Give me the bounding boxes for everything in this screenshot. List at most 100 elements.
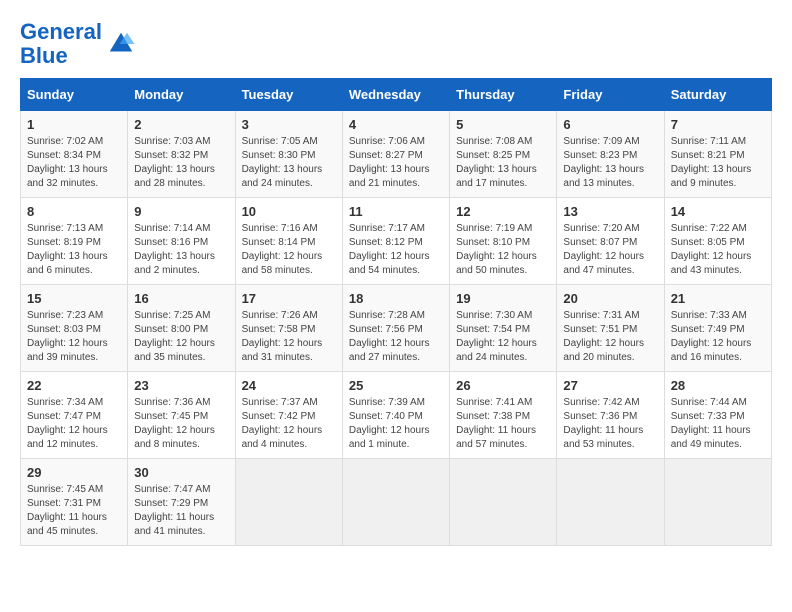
calendar-cell: 27 Sunrise: 7:42 AM Sunset: 7:36 PM Dayli… [557, 372, 664, 459]
day-number: 12 [456, 204, 550, 219]
day-number: 3 [242, 117, 336, 132]
calendar-row: 29 Sunrise: 7:45 AM Sunset: 7:31 PM Dayli… [21, 459, 772, 546]
calendar-cell: 20 Sunrise: 7:31 AM Sunset: 7:51 PM Dayli… [557, 285, 664, 372]
day-info: Sunrise: 7:41 AM Sunset: 7:38 PM Dayligh… [456, 396, 550, 452]
calendar-cell: 16Sunrise: 7:25 AM Sunset: 8:00 PM Dayli… [128, 285, 235, 372]
logo: GeneralBlue [20, 20, 136, 68]
logo-text: GeneralBlue [20, 20, 102, 68]
day-number: 23 [134, 378, 228, 393]
day-info: Sunrise: 7:34 AM Sunset: 7:47 PM Dayligh… [27, 396, 121, 452]
weekday-header: Tuesday [235, 79, 342, 111]
day-number: 13 [563, 204, 657, 219]
day-info: Sunrise: 7:31 AM Sunset: 7:51 PM Dayligh… [563, 309, 657, 365]
day-info: Sunrise: 7:06 AM Sunset: 8:27 PM Dayligh… [349, 135, 443, 191]
day-number: 14 [671, 204, 765, 219]
day-number: 4 [349, 117, 443, 132]
weekday-header: Monday [128, 79, 235, 111]
day-number: 24 [242, 378, 336, 393]
weekday-header: Thursday [450, 79, 557, 111]
calendar-cell [342, 459, 449, 546]
day-number: 22 [27, 378, 121, 393]
calendar-cell: 28 Sunrise: 7:44 AM Sunset: 7:33 PM Dayli… [664, 372, 771, 459]
day-info: Sunrise: 7:33 AM Sunset: 7:49 PM Dayligh… [671, 309, 765, 365]
calendar-cell: 15 Sunrise: 7:23 AM Sunset: 8:03 PM Dayli… [21, 285, 128, 372]
day-number: 27 [563, 378, 657, 393]
calendar-cell: 11 Sunrise: 7:17 AM Sunset: 8:12 PM Dayli… [342, 198, 449, 285]
day-number: 11 [349, 204, 443, 219]
day-number: 28 [671, 378, 765, 393]
day-info: Sunrise: 7:26 AM Sunset: 7:58 PM Dayligh… [242, 309, 336, 365]
calendar-cell [664, 459, 771, 546]
day-info: Sunrise: 7:39 AM Sunset: 7:40 PM Dayligh… [349, 396, 443, 452]
calendar-row: 8 Sunrise: 7:13 AM Sunset: 8:19 PM Daylig… [21, 198, 772, 285]
day-number: 19 [456, 291, 550, 306]
day-number: 21 [671, 291, 765, 306]
day-info: Sunrise: 7:44 AM Sunset: 7:33 PM Dayligh… [671, 396, 765, 452]
calendar-cell [450, 459, 557, 546]
calendar-cell: 19 Sunrise: 7:30 AM Sunset: 7:54 PM Dayli… [450, 285, 557, 372]
day-number: 20 [563, 291, 657, 306]
calendar-cell: 26 Sunrise: 7:41 AM Sunset: 7:38 PM Dayli… [450, 372, 557, 459]
calendar-cell: 22 Sunrise: 7:34 AM Sunset: 7:47 PM Dayli… [21, 372, 128, 459]
calendar-row: 1Sunrise: 7:02 AM Sunset: 8:34 PM Daylig… [21, 111, 772, 198]
calendar-cell: 29 Sunrise: 7:45 AM Sunset: 7:31 PM Dayli… [21, 459, 128, 546]
day-info: Sunrise: 7:47 AM Sunset: 7:29 PM Dayligh… [134, 483, 228, 539]
calendar-cell: 12 Sunrise: 7:19 AM Sunset: 8:10 PM Dayli… [450, 198, 557, 285]
day-number: 15 [27, 291, 121, 306]
calendar-cell [235, 459, 342, 546]
day-number: 30 [134, 465, 228, 480]
day-number: 9 [134, 204, 228, 219]
day-info: Sunrise: 7:05 AM Sunset: 8:30 PM Dayligh… [242, 135, 336, 191]
day-number: 16 [134, 291, 228, 306]
day-number: 18 [349, 291, 443, 306]
day-info: Sunrise: 7:42 AM Sunset: 7:36 PM Dayligh… [563, 396, 657, 452]
day-info: Sunrise: 7:45 AM Sunset: 7:31 PM Dayligh… [27, 483, 121, 539]
day-number: 2 [134, 117, 228, 132]
day-number: 8 [27, 204, 121, 219]
calendar-cell: 2 Sunrise: 7:03 AM Sunset: 8:32 PM Daylig… [128, 111, 235, 198]
day-number: 5 [456, 117, 550, 132]
calendar-cell: 17 Sunrise: 7:26 AM Sunset: 7:58 PM Dayli… [235, 285, 342, 372]
calendar-cell: 5 Sunrise: 7:08 AM Sunset: 8:25 PM Daylig… [450, 111, 557, 198]
day-number: 25 [349, 378, 443, 393]
day-info: Sunrise: 7:09 AM Sunset: 8:23 PM Dayligh… [563, 135, 657, 191]
day-number: 1 [27, 117, 121, 132]
weekday-header-row: SundayMondayTuesdayWednesdayThursdayFrid… [21, 79, 772, 111]
day-info: Sunrise: 7:08 AM Sunset: 8:25 PM Dayligh… [456, 135, 550, 191]
calendar-cell: 14 Sunrise: 7:22 AM Sunset: 8:05 PM Dayli… [664, 198, 771, 285]
weekday-header: Sunday [21, 79, 128, 111]
calendar-cell: 24Sunrise: 7:37 AM Sunset: 7:42 PM Dayli… [235, 372, 342, 459]
day-info: Sunrise: 7:23 AM Sunset: 8:03 PM Dayligh… [27, 309, 121, 365]
day-info: Sunrise: 7:30 AM Sunset: 7:54 PM Dayligh… [456, 309, 550, 365]
day-info: Sunrise: 7:13 AM Sunset: 8:19 PM Dayligh… [27, 222, 121, 278]
day-info: Sunrise: 7:03 AM Sunset: 8:32 PM Dayligh… [134, 135, 228, 191]
day-info: Sunrise: 7:16 AM Sunset: 8:14 PM Dayligh… [242, 222, 336, 278]
day-number: 6 [563, 117, 657, 132]
calendar-table: SundayMondayTuesdayWednesdayThursdayFrid… [20, 78, 772, 546]
logo-icon [106, 29, 136, 59]
day-number: 17 [242, 291, 336, 306]
calendar-cell: 21 Sunrise: 7:33 AM Sunset: 7:49 PM Dayli… [664, 285, 771, 372]
day-number: 26 [456, 378, 550, 393]
calendar-row: 15 Sunrise: 7:23 AM Sunset: 8:03 PM Dayli… [21, 285, 772, 372]
day-info: Sunrise: 7:19 AM Sunset: 8:10 PM Dayligh… [456, 222, 550, 278]
day-info: Sunrise: 7:11 AM Sunset: 8:21 PM Dayligh… [671, 135, 765, 191]
day-info: Sunrise: 7:17 AM Sunset: 8:12 PM Dayligh… [349, 222, 443, 278]
calendar-cell: 8 Sunrise: 7:13 AM Sunset: 8:19 PM Daylig… [21, 198, 128, 285]
day-number: 10 [242, 204, 336, 219]
calendar-cell: 7 Sunrise: 7:11 AM Sunset: 8:21 PM Daylig… [664, 111, 771, 198]
day-info: Sunrise: 7:14 AM Sunset: 8:16 PM Dayligh… [134, 222, 228, 278]
day-info: Sunrise: 7:36 AM Sunset: 7:45 PM Dayligh… [134, 396, 228, 452]
page-header: GeneralBlue [20, 20, 772, 68]
calendar-cell [557, 459, 664, 546]
day-number: 7 [671, 117, 765, 132]
calendar-row: 22 Sunrise: 7:34 AM Sunset: 7:47 PM Dayli… [21, 372, 772, 459]
day-info: Sunrise: 7:20 AM Sunset: 8:07 PM Dayligh… [563, 222, 657, 278]
calendar-cell: 9 Sunrise: 7:14 AM Sunset: 8:16 PM Daylig… [128, 198, 235, 285]
day-info: Sunrise: 7:22 AM Sunset: 8:05 PM Dayligh… [671, 222, 765, 278]
calendar-cell: 25 Sunrise: 7:39 AM Sunset: 7:40 PM Dayli… [342, 372, 449, 459]
calendar-cell: 23 Sunrise: 7:36 AM Sunset: 7:45 PM Dayli… [128, 372, 235, 459]
day-number: 29 [27, 465, 121, 480]
weekday-header: Saturday [664, 79, 771, 111]
weekday-header: Friday [557, 79, 664, 111]
